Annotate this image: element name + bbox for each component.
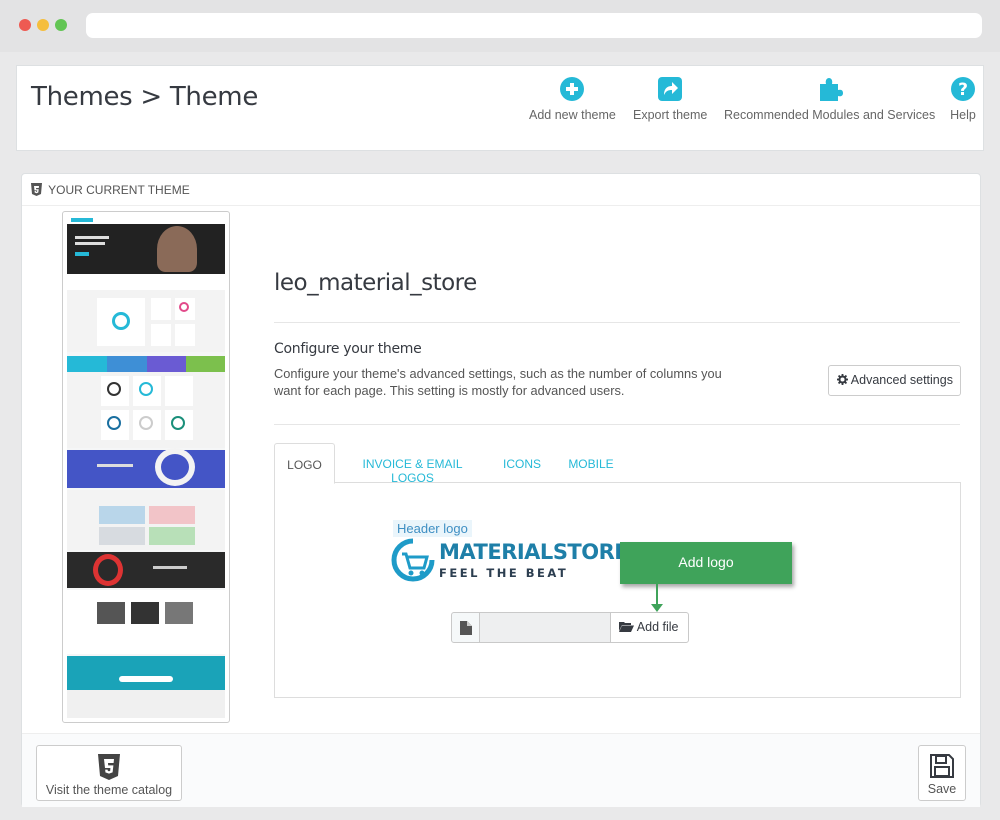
- configure-title: Configure your theme: [274, 341, 422, 357]
- visit-theme-catalog-label: Visit the theme catalog: [45, 783, 173, 797]
- logo-tagline: FEEL THE BEAT: [439, 566, 569, 580]
- window-close-dot[interactable]: [19, 19, 31, 31]
- folder-open-icon: [619, 622, 634, 632]
- add-new-theme-button[interactable]: Add new theme: [529, 76, 616, 122]
- save-button[interactable]: Save: [918, 745, 966, 801]
- advanced-settings-label: Advanced settings: [850, 373, 953, 387]
- logo-wordmark-store: STORE: [552, 540, 629, 564]
- export-share-icon: [658, 77, 683, 101]
- arrow-down-icon: [651, 604, 663, 612]
- tab-logo[interactable]: LOGO: [274, 443, 335, 484]
- window-zoom-dot[interactable]: [55, 19, 67, 31]
- panel-heading: YOUR CURRENT THEME: [22, 174, 980, 206]
- divider: [274, 424, 960, 425]
- address-bar[interactable]: [86, 13, 982, 38]
- browser-chrome: [0, 0, 1000, 52]
- panel-footer: Visit the theme catalog Save: [22, 733, 980, 807]
- file-icon: [460, 621, 472, 635]
- save-label: Save: [927, 782, 957, 796]
- theme-preview-image: [67, 216, 225, 718]
- svg-text:?: ?: [958, 80, 968, 100]
- divider: [274, 322, 960, 323]
- page-header: Themes > Theme Add new theme Export them…: [16, 65, 984, 151]
- html5-icon: [31, 183, 42, 196]
- logo-tabs: LOGO INVOICE & EMAIL LOGOS ICONS MOBILE: [274, 443, 961, 485]
- theme-preview-thumbnail: [62, 211, 230, 723]
- add-new-theme-label: Add new theme: [529, 108, 616, 122]
- recommended-modules-label: Recommended Modules and Services: [724, 108, 936, 122]
- theme-name: leo_material_store: [274, 270, 477, 296]
- recommended-modules-button[interactable]: Recommended Modules and Services: [724, 76, 935, 122]
- question-circle-icon: ?: [951, 77, 975, 101]
- html5-icon: [98, 754, 120, 780]
- puzzle-icon: [819, 78, 843, 101]
- floppy-disk-icon: [930, 754, 954, 778]
- tab-invoice-email-logos[interactable]: INVOICE & EMAIL LOGOS: [344, 443, 481, 485]
- configure-description: Configure your theme's advanced settings…: [274, 366, 722, 398]
- logo-tab-content: Header logo MATERIALSTORE FEEL THE BEAT …: [274, 482, 961, 698]
- page-title: Themes > Theme: [31, 82, 259, 112]
- export-theme-label: Export theme: [633, 108, 708, 122]
- cart-logo-icon: [391, 538, 435, 582]
- add-file-label: Add file: [636, 620, 679, 634]
- help-button[interactable]: ? Help: [950, 76, 976, 122]
- file-icon-box: [451, 612, 480, 643]
- header-logo-caption: Header logo: [393, 520, 472, 537]
- add-circle-icon: [560, 77, 585, 101]
- gear-icon: [837, 374, 848, 385]
- file-name-input[interactable]: [480, 612, 610, 643]
- visit-theme-catalog-button[interactable]: Visit the theme catalog: [36, 745, 182, 801]
- logo-wordmark-material: MATERIAL: [439, 540, 553, 564]
- add-file-button[interactable]: Add file: [610, 612, 689, 643]
- add-logo-callout: Add logo: [620, 542, 792, 584]
- advanced-settings-button[interactable]: Advanced settings: [828, 365, 961, 396]
- window-minimize-dot[interactable]: [37, 19, 49, 31]
- export-theme-button[interactable]: Export theme: [633, 76, 707, 122]
- tab-icons[interactable]: ICONS: [496, 443, 548, 483]
- current-theme-panel: YOUR CURRENT THEME leo_material_store Co…: [21, 173, 981, 807]
- tab-mobile[interactable]: MOBILE: [562, 443, 620, 483]
- logo-wordmark: MATERIALSTORE: [439, 540, 629, 564]
- help-label: Help: [950, 108, 976, 122]
- panel-heading-text: YOUR CURRENT THEME: [48, 183, 190, 197]
